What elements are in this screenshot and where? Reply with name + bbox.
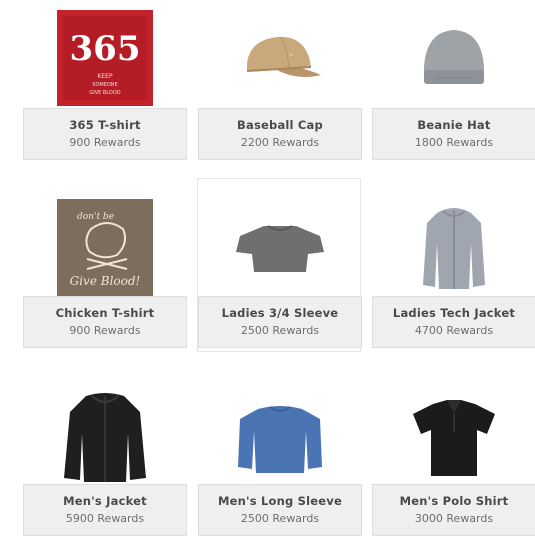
chicken-tshirt-image[interactable]: don't be Give Blood! <box>23 190 187 306</box>
product-reward: 3000 Rewards <box>414 511 494 525</box>
product-card[interactable]: don't be Give Blood! Chicken T-shirt 900… <box>23 190 187 352</box>
mens-polo-shirt-image[interactable] <box>372 380 535 496</box>
chicken-print-bottom: Give Blood! <box>70 274 141 288</box>
product-card[interactable]: Men's Polo Shirt 3000 Rewards <box>372 380 535 539</box>
product-reward: 5900 Rewards <box>65 511 145 525</box>
product-card[interactable]: Ladies Tech Jacket 4700 Rewards <box>372 190 535 352</box>
product-caption[interactable]: Men's Polo Shirt 3000 Rewards <box>372 484 535 536</box>
product-reward: 900 Rewards <box>69 135 141 149</box>
product-reward: 900 Rewards <box>69 323 141 337</box>
product-card[interactable]: Ladies 3/4 Sleeve 2500 Rewards <box>198 190 362 352</box>
product-card[interactable]: Men's Long Sleeve 2500 Rewards <box>198 380 362 539</box>
product-reward: 2500 Rewards <box>240 323 320 337</box>
ladies-sleeve-shirt-image[interactable] <box>198 190 362 306</box>
mens-long-sleeve-image[interactable] <box>198 380 362 496</box>
product-name[interactable]: Ladies 3/4 Sleeve <box>222 306 339 321</box>
product-caption[interactable]: Ladies 3/4 Sleeve 2500 Rewards <box>198 296 362 348</box>
product-name[interactable]: Beanie Hat <box>417 118 490 133</box>
chicken-print-top: don't be <box>77 212 114 222</box>
product-card[interactable]: 365 KEEP SOMEONE GIVE BLOOD 365 T-shirt … <box>23 0 187 162</box>
product-caption[interactable]: Men's Jacket 5900 Rewards <box>23 484 187 536</box>
product-name[interactable]: Chicken T-shirt <box>56 306 155 321</box>
ladies-tech-jacket-image[interactable] <box>372 190 535 306</box>
product-name[interactable]: Men's Long Sleeve <box>218 494 342 509</box>
product-reward: 2500 Rewards <box>240 511 320 525</box>
tshirt-print-line3: GIVE BLOOD <box>89 90 120 96</box>
product-caption[interactable]: Baseball Cap 2200 Rewards <box>198 108 362 160</box>
product-card[interactable]: ~ Baseball Cap 2200 Rewards <box>198 0 362 162</box>
svg-text:~: ~ <box>289 53 293 59</box>
beanie-hat-image[interactable] <box>372 0 535 116</box>
product-caption[interactable]: Beanie Hat 1800 Rewards <box>372 108 535 160</box>
tshirt-print-line2: SOMEONE <box>92 82 117 88</box>
product-caption[interactable]: 365 T-shirt 900 Rewards <box>23 108 187 160</box>
product-card[interactable]: Beanie Hat 1800 Rewards <box>372 0 535 162</box>
product-name[interactable]: Ladies Tech Jacket <box>393 306 515 321</box>
product-caption[interactable]: Men's Long Sleeve 2500 Rewards <box>198 484 362 536</box>
product-reward: 1800 Rewards <box>414 135 494 149</box>
product-name[interactable]: Baseball Cap <box>237 118 323 133</box>
baseball-cap-image[interactable]: ~ <box>198 0 362 116</box>
product-card[interactable]: Men's Jacket 5900 Rewards <box>23 380 187 539</box>
red-tshirt-365-image[interactable]: 365 KEEP SOMEONE GIVE BLOOD <box>23 0 187 116</box>
product-name[interactable]: Men's Polo Shirt <box>400 494 509 509</box>
mens-jacket-image[interactable] <box>23 380 187 496</box>
product-caption[interactable]: Ladies Tech Jacket 4700 Rewards <box>372 296 535 348</box>
product-name[interactable]: 365 T-shirt <box>69 118 140 133</box>
tshirt-print-line1: KEEP <box>97 73 113 80</box>
tshirt-print-big: 365 <box>70 29 141 69</box>
product-name[interactable]: Men's Jacket <box>63 494 147 509</box>
product-reward: 4700 Rewards <box>414 323 494 337</box>
product-caption[interactable]: Chicken T-shirt 900 Rewards <box>23 296 187 348</box>
product-reward: 2200 Rewards <box>240 135 320 149</box>
